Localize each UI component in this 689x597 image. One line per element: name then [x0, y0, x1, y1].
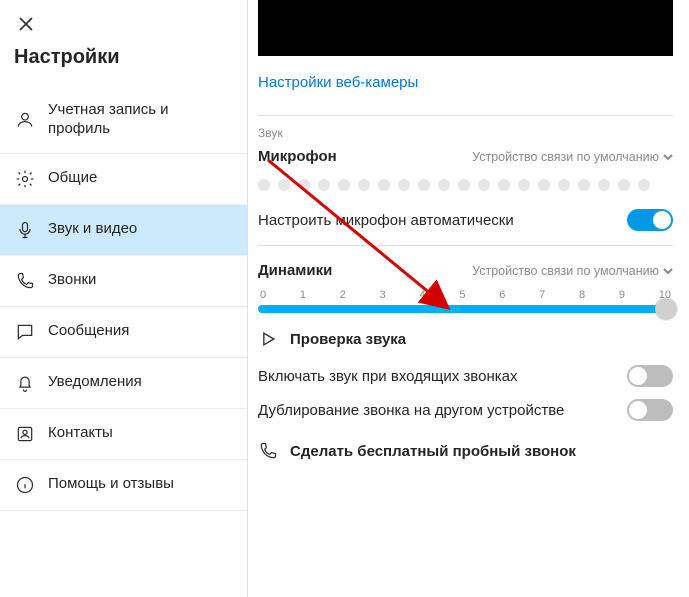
- ring-incoming-label: Включать звук при входящих звонках: [258, 368, 517, 385]
- nav-notifications[interactable]: Уведомления: [0, 358, 247, 409]
- divider: [258, 115, 673, 116]
- speakers-device-value: Устройство связи по умолчанию: [472, 264, 659, 278]
- slider-thumb[interactable]: [655, 298, 677, 320]
- ring-other-label: Дублирование звонка на другом устройстве: [258, 402, 564, 419]
- slider-ticks: 01 23 45 67 89 10: [258, 289, 673, 305]
- nav-label: Звук и видео: [48, 220, 137, 239]
- settings-main: Настройки веб-камеры Звук Микрофон Устро…: [248, 0, 689, 597]
- nav-calls[interactable]: Звонки: [0, 256, 247, 307]
- nav-label: Звонки: [48, 271, 96, 290]
- info-icon: [14, 474, 36, 496]
- chevron-down-icon: [663, 152, 673, 162]
- nav-contacts[interactable]: Контакты: [0, 409, 247, 460]
- chat-icon: [14, 321, 36, 343]
- nav-account[interactable]: Учетная запись и профиль: [0, 87, 247, 154]
- nav-label: Помощь и отзывы: [48, 475, 174, 494]
- speakers-volume-slider[interactable]: 01 23 45 67 89 10: [258, 285, 673, 313]
- microphone-device-value: Устройство связи по умолчанию: [472, 150, 659, 164]
- ring-incoming-toggle[interactable]: [627, 365, 673, 387]
- nav-label: Учетная запись и профиль: [48, 101, 233, 139]
- microphone-icon: [14, 219, 36, 241]
- free-test-call-button[interactable]: Сделать бесплатный пробный звонок: [258, 427, 673, 461]
- nav-help[interactable]: Помощь и отзывы: [0, 460, 247, 511]
- sound-section-label: Звук: [258, 126, 673, 140]
- settings-sidebar: Настройки Учетная запись и профиль Общие…: [0, 0, 248, 597]
- nav-label: Общие: [48, 169, 97, 188]
- settings-title: Настройки: [0, 40, 247, 87]
- speakers-label: Динамики: [258, 262, 332, 279]
- settings-nav: Учетная запись и профиль Общие Звук и ви…: [0, 87, 247, 511]
- camera-preview: [258, 0, 673, 56]
- webcam-settings-link[interactable]: Настройки веб-камеры: [258, 74, 418, 91]
- person-icon: [14, 109, 36, 131]
- gear-icon: [14, 168, 36, 190]
- microphone-device-select[interactable]: Устройство связи по умолчанию: [472, 150, 673, 164]
- test-sound-button[interactable]: Проверка звука: [258, 313, 673, 359]
- ring-other-toggle[interactable]: [627, 399, 673, 421]
- nav-general[interactable]: Общие: [0, 154, 247, 205]
- nav-label: Сообщения: [48, 322, 129, 341]
- play-icon: [258, 329, 278, 349]
- auto-mic-toggle[interactable]: [627, 209, 673, 231]
- divider: [258, 245, 673, 246]
- auto-mic-label: Настроить микрофон автоматически: [258, 212, 514, 229]
- nav-label: Контакты: [48, 424, 113, 443]
- speakers-device-select[interactable]: Устройство связи по умолчанию: [472, 264, 673, 278]
- nav-audio-video[interactable]: Звук и видео: [0, 205, 247, 256]
- nav-label: Уведомления: [48, 373, 142, 392]
- phone-icon: [14, 270, 36, 292]
- microphone-level-meter: [258, 171, 673, 203]
- contacts-icon: [14, 423, 36, 445]
- bell-icon: [14, 372, 36, 394]
- nav-messages[interactable]: Сообщения: [0, 307, 247, 358]
- chevron-down-icon: [663, 266, 673, 276]
- close-button[interactable]: [14, 12, 38, 36]
- microphone-label: Микрофон: [258, 148, 337, 165]
- phone-icon: [258, 441, 278, 461]
